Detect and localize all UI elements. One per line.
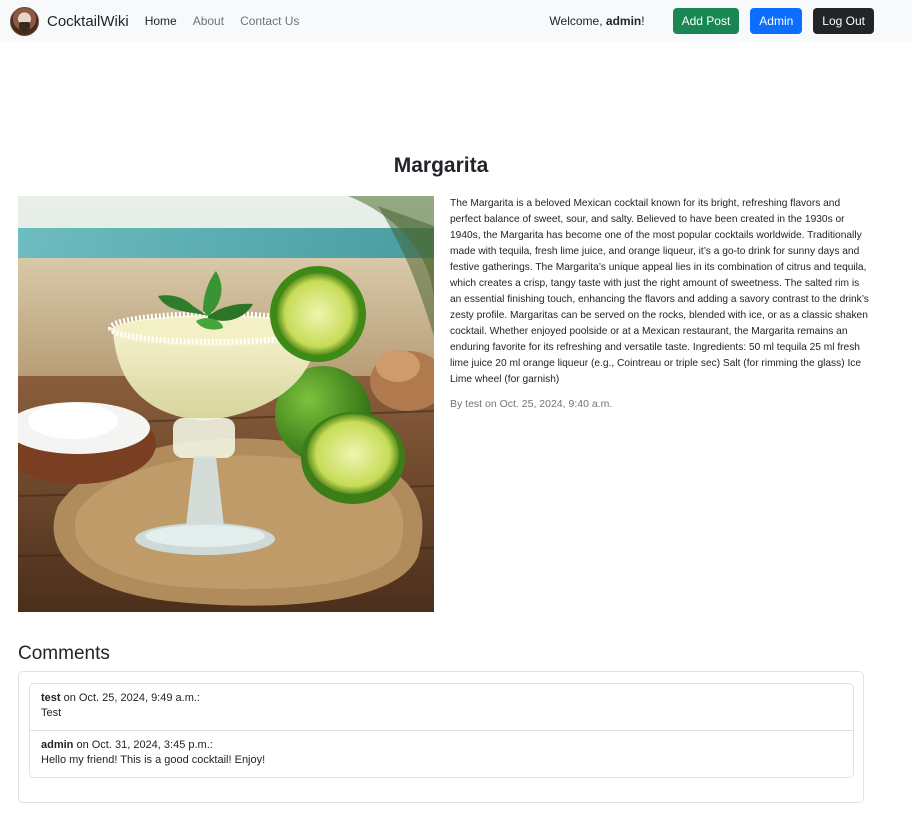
comment-item: admin on Oct. 31, 2024, 3:45 p.m.: Hello… <box>30 730 853 777</box>
welcome-prefix: Welcome, <box>549 14 606 28</box>
comment-text: Hello my friend! This is a good cocktail… <box>41 754 266 766</box>
post-meta: By test on Oct. 25, 2024, 9:40 a.m. <box>450 398 613 410</box>
post-title: Margarita <box>393 154 489 177</box>
comment-header: test on Oct. 25, 2024, 9:49 a.m.: <box>41 691 842 706</box>
comments-card: test on Oct. 25, 2024, 9:49 a.m.: Test a… <box>18 671 864 803</box>
comment-list: test on Oct. 25, 2024, 9:49 a.m.: Test a… <box>29 683 854 778</box>
comment-item: test on Oct. 25, 2024, 9:49 a.m.: Test <box>30 684 853 730</box>
navbar: CocktailWiki Home About Contact Us Welco… <box>0 0 912 42</box>
comments-heading: Comments <box>18 643 110 664</box>
post-body: The Margarita is a beloved Mexican cockt… <box>450 198 869 385</box>
welcome-suffix: ! <box>641 14 645 28</box>
brand-name: CocktailWiki <box>47 12 129 30</box>
comment-date: on Oct. 25, 2024, 9:49 a.m.: <box>60 692 200 704</box>
comment-date: on Oct. 31, 2024, 3:45 p.m.: <box>73 739 213 751</box>
welcome-text: Welcome, admin! <box>549 14 644 28</box>
comment-author: test <box>41 692 61 704</box>
nav-link-contact-us[interactable]: Contact Us <box>240 14 299 28</box>
nav-links: Home About Contact Us <box>145 14 316 28</box>
margarita-cocktail-photo <box>18 196 434 612</box>
nav-user-area: Welcome, admin! Add Post Admin Log Out <box>549 8 874 34</box>
nav-link-about[interactable]: About <box>193 14 224 28</box>
cocktailwiki-logo-icon <box>10 6 39 36</box>
welcome-username: admin <box>605 14 642 28</box>
log-out-button[interactable]: Log Out <box>813 8 874 34</box>
comment-text: Test <box>41 707 62 719</box>
nav-link-home[interactable]: Home <box>145 14 177 28</box>
brand-link[interactable]: CocktailWiki <box>10 6 129 36</box>
add-post-button[interactable]: Add Post <box>672 8 740 34</box>
comment-header: admin on Oct. 31, 2024, 3:45 p.m.: <box>41 738 842 753</box>
comment-author: admin <box>41 739 74 751</box>
admin-button[interactable]: Admin <box>750 8 803 34</box>
